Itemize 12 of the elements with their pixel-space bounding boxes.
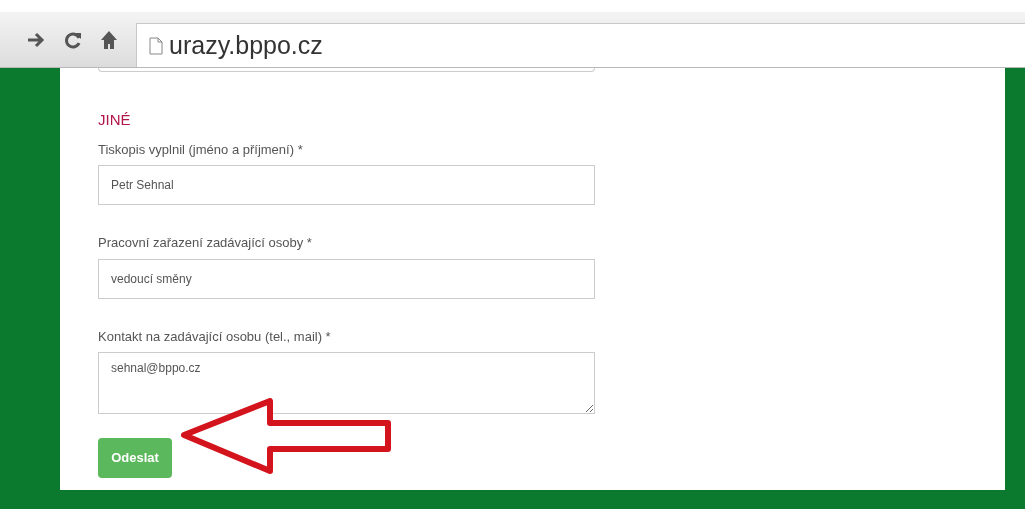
input-field[interactable]: vedoucí směny — [98, 258, 595, 299]
field-label: Pracovní zařazení zadávající osoby * — [98, 234, 313, 252]
arrow-icon — [180, 398, 394, 474]
url-text: urazy.bppo.cz — [169, 29, 323, 61]
page-icon — [149, 36, 163, 55]
section-title: JINÉ — [98, 110, 132, 130]
forward-icon[interactable] — [26, 30, 46, 49]
field-label: Kontakt na zadávající osobu (tel., mail) * — [98, 327, 332, 346]
text-area[interactable]: sehnal@bppo.cz — [98, 352, 595, 414]
address-bar[interactable]: urazy.bppo.cz — [136, 23, 1025, 67]
input-field[interactable]: Petr Sehnal — [98, 165, 595, 205]
field-label: Tiskopis vyplnil (jméno a příjmení) * — [98, 140, 304, 159]
